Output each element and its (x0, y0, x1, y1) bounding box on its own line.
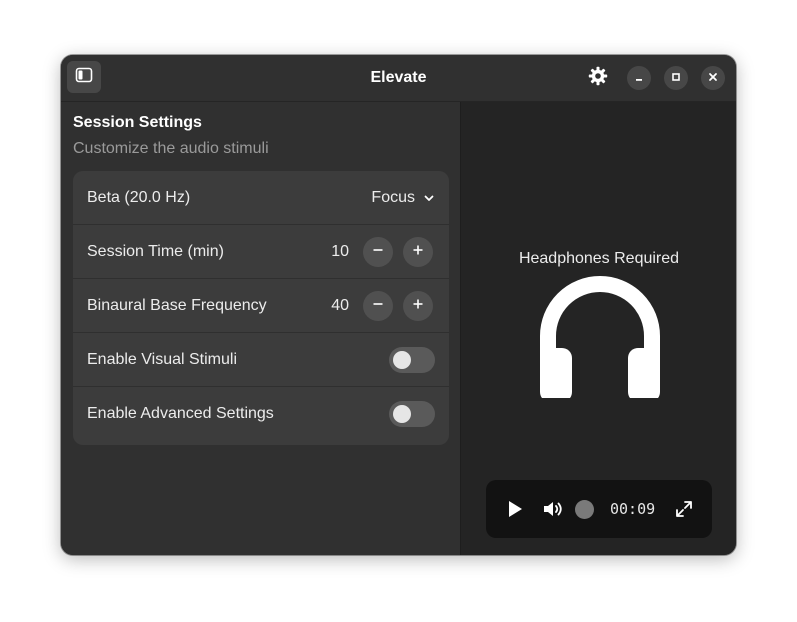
volume-icon[interactable] (542, 497, 564, 521)
playback-time: 00:09 (610, 500, 656, 518)
headphones-required-text: Headphones Required (518, 250, 680, 267)
base-frequency-value[interactable]: 40 (331, 279, 349, 333)
chevron-down-icon (423, 192, 435, 204)
advanced-settings-label: Enable Advanced Settings (87, 405, 274, 422)
sidebar-toggle-icon (75, 67, 93, 88)
preset-value: Focus (371, 189, 415, 206)
session-time-label: Session Time (min) (87, 243, 224, 260)
fullscreen-icon[interactable] (674, 497, 694, 521)
session-time-row: Session Time (min) 10 (73, 225, 449, 279)
settings-button[interactable] (585, 66, 611, 90)
frequency-row[interactable]: Beta (20.0 Hz) Focus (73, 171, 449, 225)
frequency-label: Beta (20.0 Hz) (87, 189, 191, 206)
base-frequency-increment-button[interactable] (403, 291, 433, 321)
plus-icon (412, 243, 424, 261)
sidebar-toggle-button[interactable] (67, 61, 101, 93)
minimize-icon (634, 69, 644, 87)
volume-slider-knob[interactable] (575, 500, 594, 519)
base-frequency-decrement-button[interactable] (363, 291, 393, 321)
media-controls: 00:09 (486, 480, 712, 538)
close-button[interactable] (701, 66, 725, 90)
session-time-increment-button[interactable] (403, 237, 433, 267)
app-window: Headphones Required 00:09 Elevate Sessio… (61, 55, 736, 555)
close-icon (708, 69, 718, 87)
settings-list: Beta (20.0 Hz) Focus Session Time (min) … (73, 171, 449, 445)
visual-stimuli-toggle[interactable] (389, 347, 435, 373)
visual-stimuli-row: Enable Visual Stimuli (73, 333, 449, 387)
gear-icon (588, 66, 608, 91)
minimize-button[interactable] (627, 66, 651, 90)
toggle-knob (393, 405, 411, 423)
section-subtitle: Customize the audio stimuli (73, 140, 269, 157)
advanced-settings-toggle[interactable] (389, 401, 435, 427)
plus-icon (412, 297, 424, 315)
preset-dropdown[interactable]: Focus (371, 171, 435, 225)
session-time-decrement-button[interactable] (363, 237, 393, 267)
base-frequency-label: Binaural Base Frequency (87, 297, 267, 314)
visual-stimuli-label: Enable Visual Stimuli (87, 351, 238, 368)
content-pane: Headphones Required 00:09 (460, 102, 736, 555)
session-time-value[interactable]: 10 (331, 225, 349, 279)
maximize-icon (671, 69, 681, 87)
header-bar: Elevate (61, 55, 736, 102)
headphones-icon (539, 276, 661, 403)
toggle-knob (393, 351, 411, 369)
play-icon[interactable] (506, 497, 524, 521)
minus-icon (372, 297, 384, 315)
minus-icon (372, 243, 384, 261)
advanced-settings-row: Enable Advanced Settings (73, 387, 449, 441)
maximize-button[interactable] (664, 66, 688, 90)
section-title: Session Settings (73, 114, 202, 131)
base-frequency-row: Binaural Base Frequency 40 (73, 279, 449, 333)
